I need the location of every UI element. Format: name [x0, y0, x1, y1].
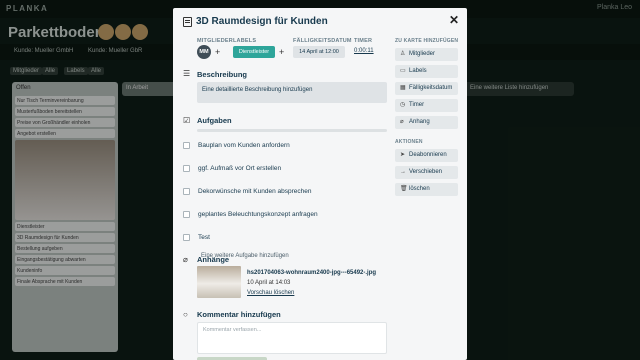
task-item[interactable]: Test: [183, 234, 210, 241]
card-title[interactable]: 3D Raumdesign für Kunden: [196, 16, 328, 27]
task-item[interactable]: Bauplan vom Kunden anfordern: [183, 142, 290, 149]
add-members-button[interactable]: ♙ Mitglieder: [395, 48, 458, 61]
tasks-progress-bar: [197, 129, 387, 132]
description-field[interactable]: Eine detaillierte Beschreibung hinzufüge…: [197, 82, 387, 103]
comment-title: Kommentar hinzufügen: [197, 310, 281, 319]
card-icon: [183, 17, 192, 27]
attachment-thumbnail[interactable]: [197, 266, 241, 298]
task-item[interactable]: Dekorwünsche mit Kunden absprechen: [183, 188, 311, 195]
task-item[interactable]: ggf. Aufmaß vor Ort erstellen: [183, 165, 281, 172]
add-due-date-button[interactable]: ▦ Fälligkeitsdatum: [395, 82, 458, 95]
delete-button[interactable]: 🗑löschen: [395, 183, 458, 196]
paper-plane-icon: ➤: [400, 152, 406, 158]
members-label: MITGLIEDER: [197, 38, 233, 44]
add-label-plus-icon[interactable]: +: [279, 47, 284, 57]
tag-icon: ▭: [400, 68, 406, 74]
due-date-label: FÄLLIGKEITSDATUM: [293, 38, 352, 44]
arrow-right-icon: →: [400, 169, 406, 175]
add-member-plus-icon[interactable]: +: [215, 47, 220, 57]
add-to-card-header: ZU KARTE HINZUFÜGEN: [395, 38, 459, 44]
task-checkbox[interactable]: [183, 165, 190, 172]
unsubscribe-button[interactable]: ➤ Deabonnieren: [395, 149, 458, 162]
attachment-icon: ⌀: [183, 255, 188, 264]
comment-icon: ○: [183, 310, 188, 319]
checkbox-icon: ☑: [183, 116, 191, 125]
user-icon: ♙: [400, 51, 406, 57]
add-timer-button[interactable]: ◷ Timer: [395, 99, 458, 112]
calendar-icon: ▦: [400, 85, 406, 91]
task-checkbox[interactable]: [183, 211, 190, 218]
labels-label: LABELS: [233, 38, 257, 44]
add-labels-button[interactable]: ▭ Labels: [395, 65, 458, 78]
tasks-title: Aufgaben: [197, 116, 232, 125]
move-button[interactable]: → Verschieben: [395, 166, 458, 179]
task-checkbox[interactable]: [183, 234, 190, 241]
task-checkbox[interactable]: [183, 142, 190, 149]
attachments-title: Anhänge: [197, 255, 230, 264]
close-icon[interactable]: ✕: [449, 13, 459, 27]
card-modal: ✕ 3D Raumdesign für Kunden MITGLIEDER MM…: [173, 8, 467, 360]
due-date-chip[interactable]: 14 April at 12:00: [293, 46, 345, 58]
paperclip-icon: ⌀: [400, 119, 404, 125]
trash-icon: 🗑: [400, 186, 408, 192]
attachment-remove-preview-link[interactable]: Vorschau löschen: [247, 290, 294, 296]
attachment-name[interactable]: hs201704063-wohnraum2400-jpg---65492-.jp…: [247, 270, 376, 276]
add-attachment-button[interactable]: ⌀ Anhang: [395, 116, 458, 129]
comment-input[interactable]: Kommentar verfassen...: [197, 322, 387, 354]
timer-label: TIMER: [354, 38, 373, 44]
label-chip[interactable]: Dienstleister: [233, 46, 275, 58]
description-icon: ☰: [183, 69, 191, 78]
task-checkbox[interactable]: [183, 188, 190, 195]
timer-value[interactable]: 0:00:11: [354, 48, 374, 54]
actions-header: AKTIONEN: [395, 139, 423, 145]
avatar[interactable]: MM: [197, 45, 211, 59]
task-item[interactable]: geplantes Beleuchtungskonzept anfragen: [183, 211, 318, 218]
description-title: Beschreibung: [197, 70, 248, 79]
attachment-date: 10 April at 14:03: [247, 280, 291, 286]
clock-icon: ◷: [400, 102, 406, 108]
